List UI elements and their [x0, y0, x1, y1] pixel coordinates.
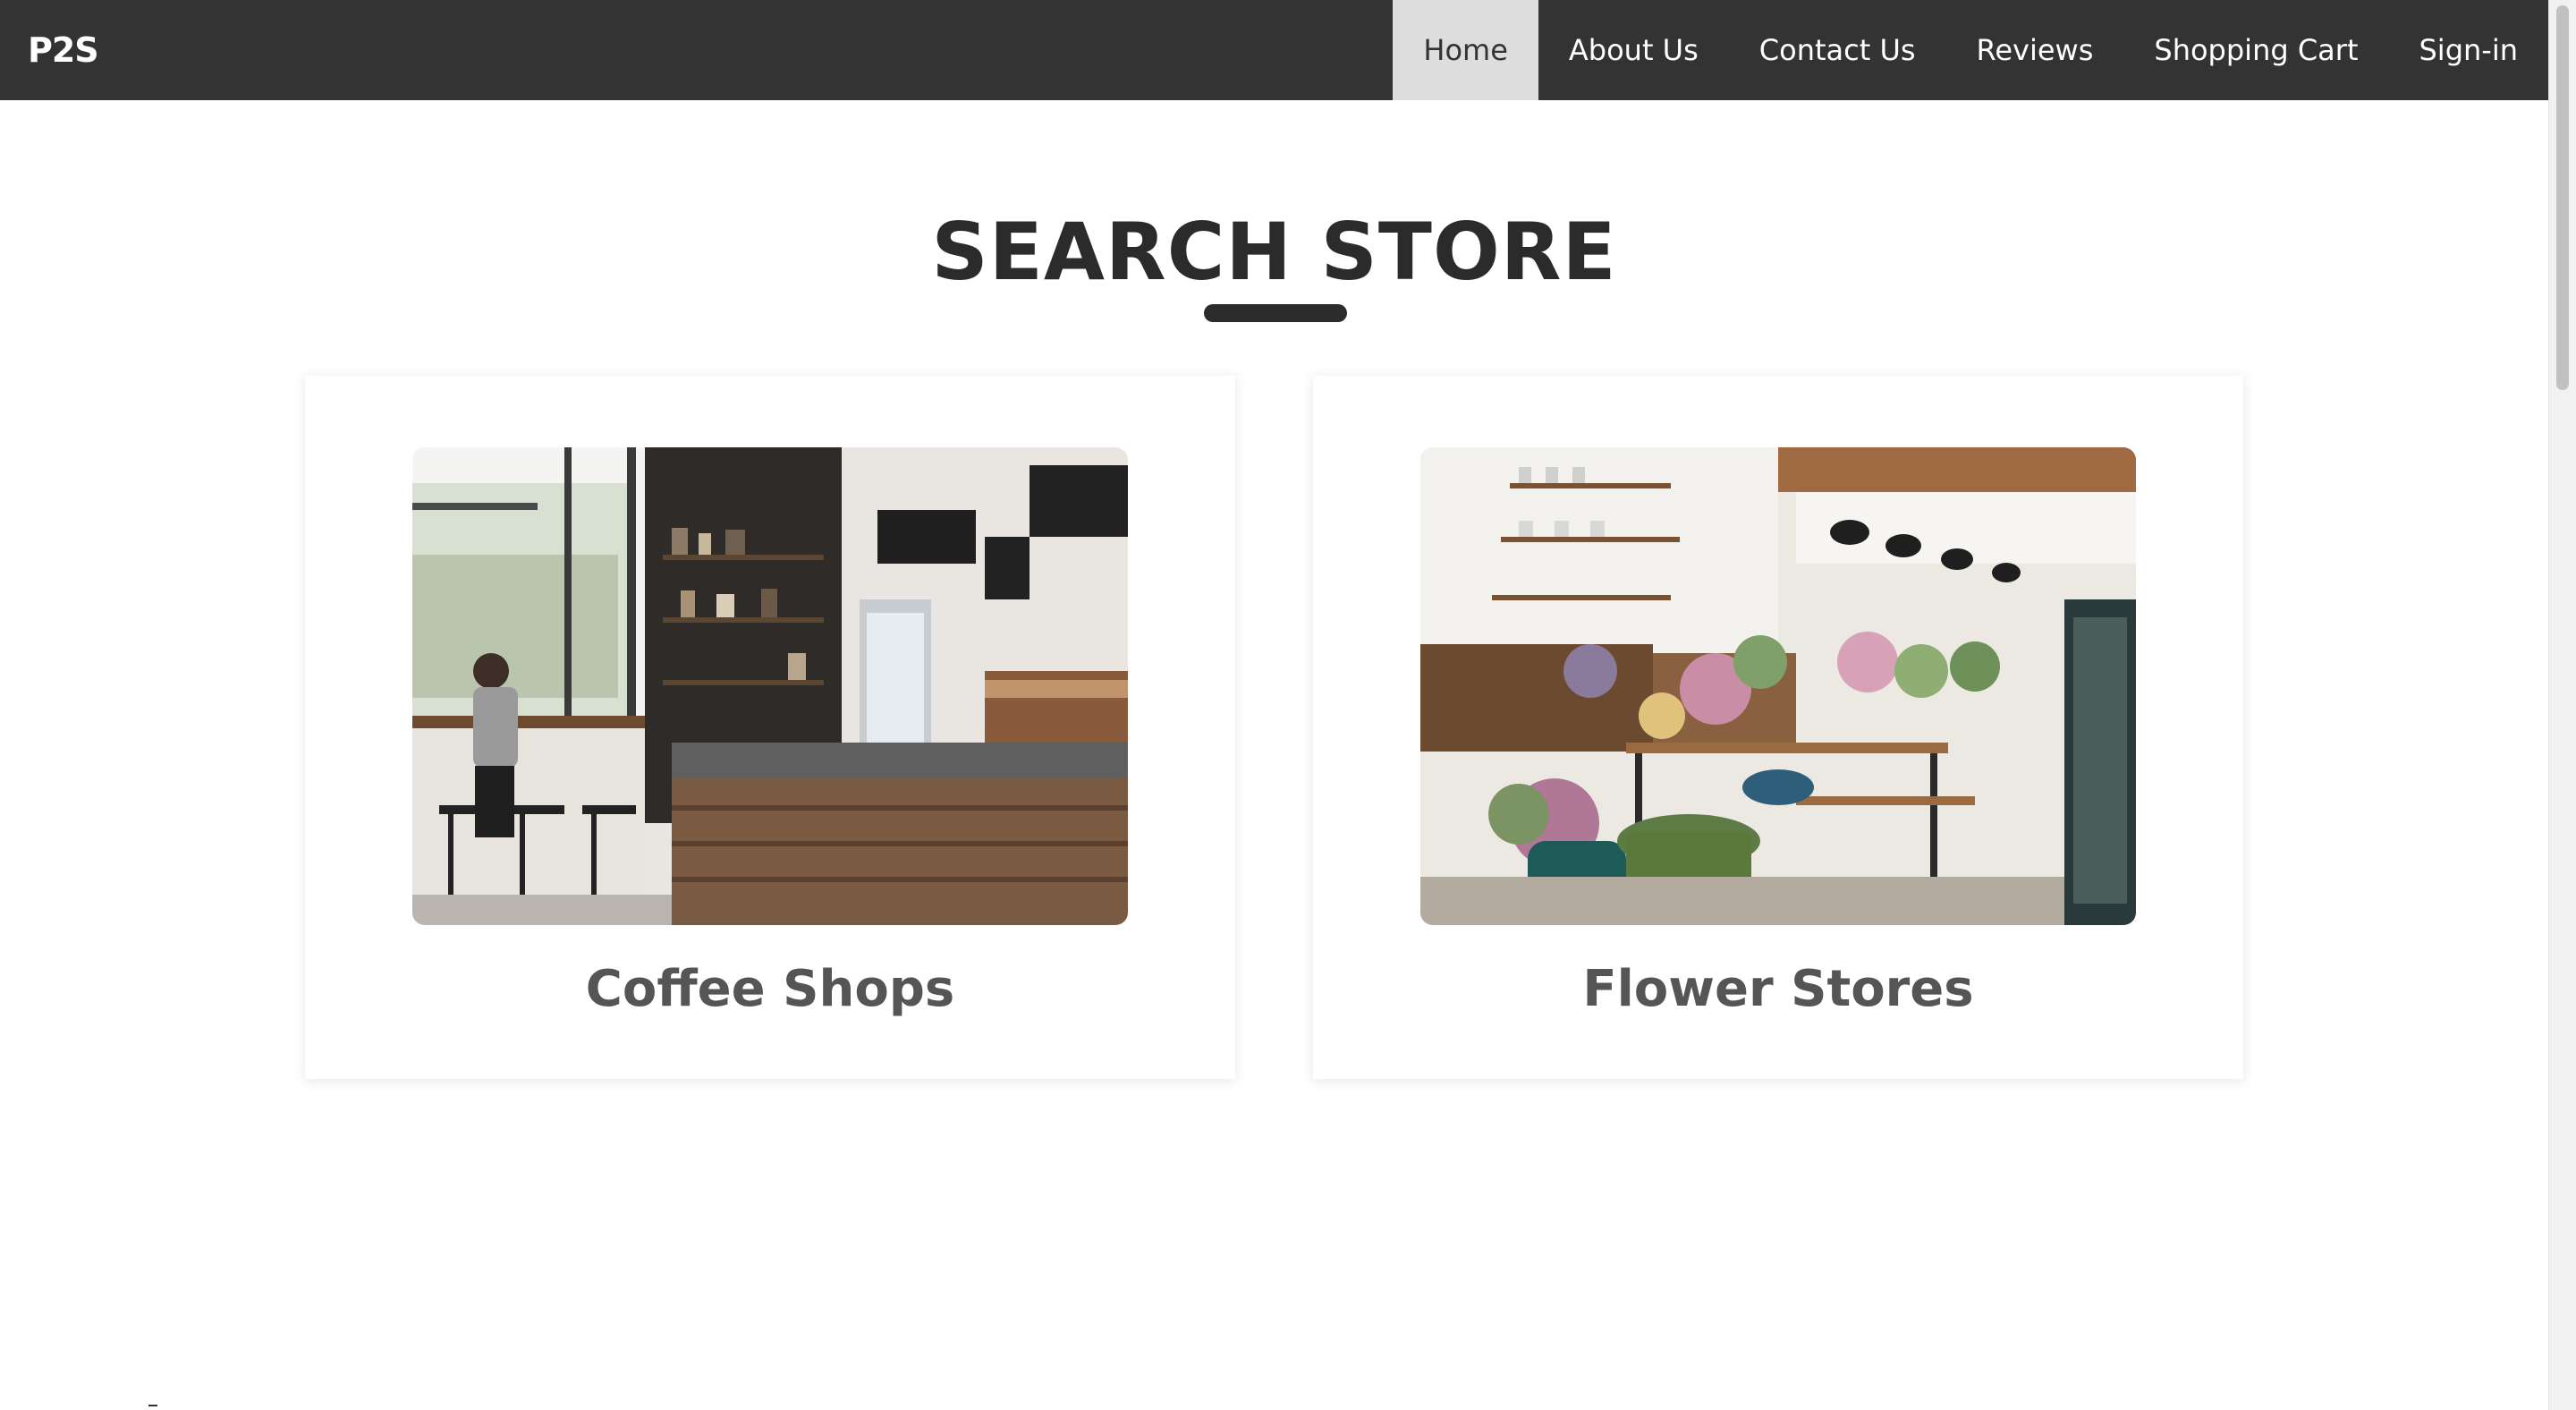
page: P2S Home About Us Contact Us Reviews Sho… [0, 0, 2576, 1410]
top-navbar: P2S Home About Us Contact Us Reviews Sho… [0, 0, 2548, 100]
scrollbar-thumb[interactable] [2556, 5, 2569, 390]
flower-store-image[interactable] [1420, 447, 2136, 925]
card-title-flower-stores[interactable]: Flower Stores [1313, 954, 2243, 1025]
vertical-scrollbar[interactable] [2548, 0, 2576, 1410]
nav-item-sign-in[interactable]: Sign-in [2388, 0, 2548, 100]
stray-mark [148, 1405, 157, 1406]
nav-item-about-us[interactable]: About Us [1538, 0, 1729, 100]
page-title: SEARCH STORE [931, 206, 1617, 298]
coffee-shop-image[interactable] [412, 447, 1128, 925]
title-underline [1204, 304, 1347, 322]
nav-item-reviews[interactable]: Reviews [1946, 0, 2124, 100]
nav-menu: Home About Us Contact Us Reviews Shoppin… [1393, 0, 2548, 100]
card-title-coffee-shops[interactable]: Coffee Shops [305, 954, 1235, 1025]
nav-item-home[interactable]: Home [1393, 0, 1538, 100]
store-card-coffee-shops[interactable]: Coffee Shops [305, 376, 1235, 1079]
brand-logo[interactable]: P2S [28, 0, 99, 100]
store-card-flower-stores[interactable]: Flower Stores [1313, 376, 2243, 1079]
nav-item-shopping-cart[interactable]: Shopping Cart [2123, 0, 2388, 100]
nav-item-contact-us[interactable]: Contact Us [1729, 0, 1946, 100]
